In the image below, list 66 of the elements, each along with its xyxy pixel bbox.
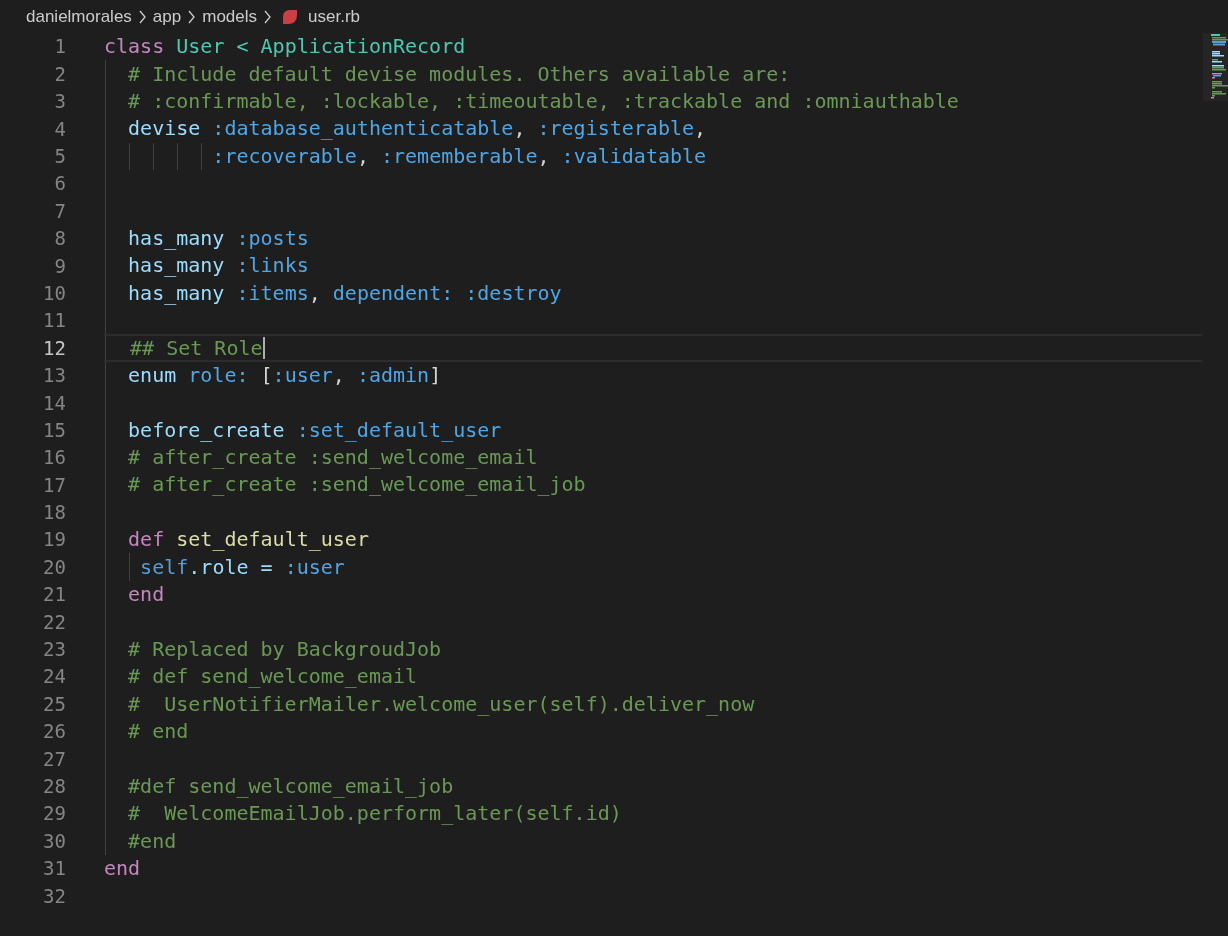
code-line: # def send_welcome_email [127, 663, 418, 691]
line-number: 31 [42, 856, 66, 882]
code-line: # end [127, 717, 189, 745]
code-line: # after_create :send_welcome_email [127, 444, 538, 472]
line-number: 17 [42, 472, 66, 498]
code-line: # :confirmable, :lockable, :timeoutable, :trackable and :omniauthable [127, 87, 959, 115]
line-number: 12 [42, 335, 66, 361]
code-line: end [127, 581, 165, 608]
breadcrumb-item[interactable]: models [202, 3, 258, 30]
line-number: 8 [53, 226, 66, 252]
code-line: #end [127, 827, 177, 855]
breadcrumb-file[interactable]: user.rb [308, 3, 360, 30]
line-number: 2 [53, 61, 66, 87]
chevron-right-icon [263, 9, 273, 24]
line-number: 23 [42, 637, 66, 663]
line-number: 16 [42, 445, 66, 471]
line-number: 25 [42, 691, 66, 717]
line-number: 11 [42, 308, 66, 334]
chevron-right-icon [187, 9, 197, 24]
line-number: 27 [42, 746, 66, 772]
line-number: 19 [42, 527, 66, 553]
line-number: 5 [53, 144, 66, 169]
code-line: has_many :posts [127, 224, 309, 252]
code-line: #def send_welcome_email_job [127, 772, 454, 800]
breadcrumb-item[interactable]: app [152, 3, 182, 30]
code-line: # Include default devise modules. Others available are: [127, 60, 791, 88]
code-line: has_many :items, dependent: :destroy [127, 279, 562, 307]
code-line: end [104, 854, 141, 882]
code-line: devise :database_authenticatable, :registerable, [127, 115, 707, 143]
line-number: 1 [53, 34, 66, 60]
line-number: 13 [42, 363, 66, 389]
line-number: 29 [42, 801, 66, 827]
line-number: 14 [42, 390, 66, 416]
line-number: 24 [42, 664, 66, 690]
code-line: enum role: [:user, :admin] [127, 361, 442, 389]
line-number: 30 [42, 828, 66, 854]
line-number: 3 [53, 89, 66, 115]
line-number: 28 [42, 774, 66, 799]
line-number: 10 [42, 280, 66, 306]
code-line: # Replaced by BackgroudJob [127, 635, 442, 663]
code-line: # WelcomeEmailJob.perform_later(self.id) [127, 800, 622, 828]
line-number: 9 [53, 253, 66, 279]
code-line: ## Set Role [129, 334, 263, 362]
code-line: self.role = :user [139, 553, 345, 581]
minimap-drawing [1203, 33, 1228, 101]
line-number: 18 [42, 500, 66, 526]
line-number: 7 [53, 198, 66, 224]
code-line: class User < ApplicationRecord [104, 33, 466, 61]
ruby-file-icon [282, 8, 299, 25]
code-line: has_many :links [127, 252, 309, 280]
line-number: 4 [53, 116, 66, 142]
code-line: # UserNotifierMailer.welcome_user(self).deliver_now [127, 690, 755, 718]
chevron-right-icon [137, 9, 147, 24]
line-number: 20 [42, 554, 66, 580]
line-number: 22 [42, 609, 66, 635]
code-line: # after_create :send_welcome_email_job [127, 471, 586, 499]
code-line: def set_default_user [127, 526, 369, 554]
code-line: :recoverable, :rememberable, :validatable [211, 142, 707, 170]
line-number: 15 [42, 417, 66, 443]
line-number: 6 [53, 171, 66, 197]
line-number: 21 [42, 582, 66, 608]
code-line: before_create :set_default_user [127, 416, 502, 444]
text-cursor [262, 337, 265, 359]
breadcrumb-item[interactable]: danielmorales [26, 3, 132, 30]
line-number: 26 [42, 719, 66, 745]
line-number: 32 [42, 883, 66, 909]
